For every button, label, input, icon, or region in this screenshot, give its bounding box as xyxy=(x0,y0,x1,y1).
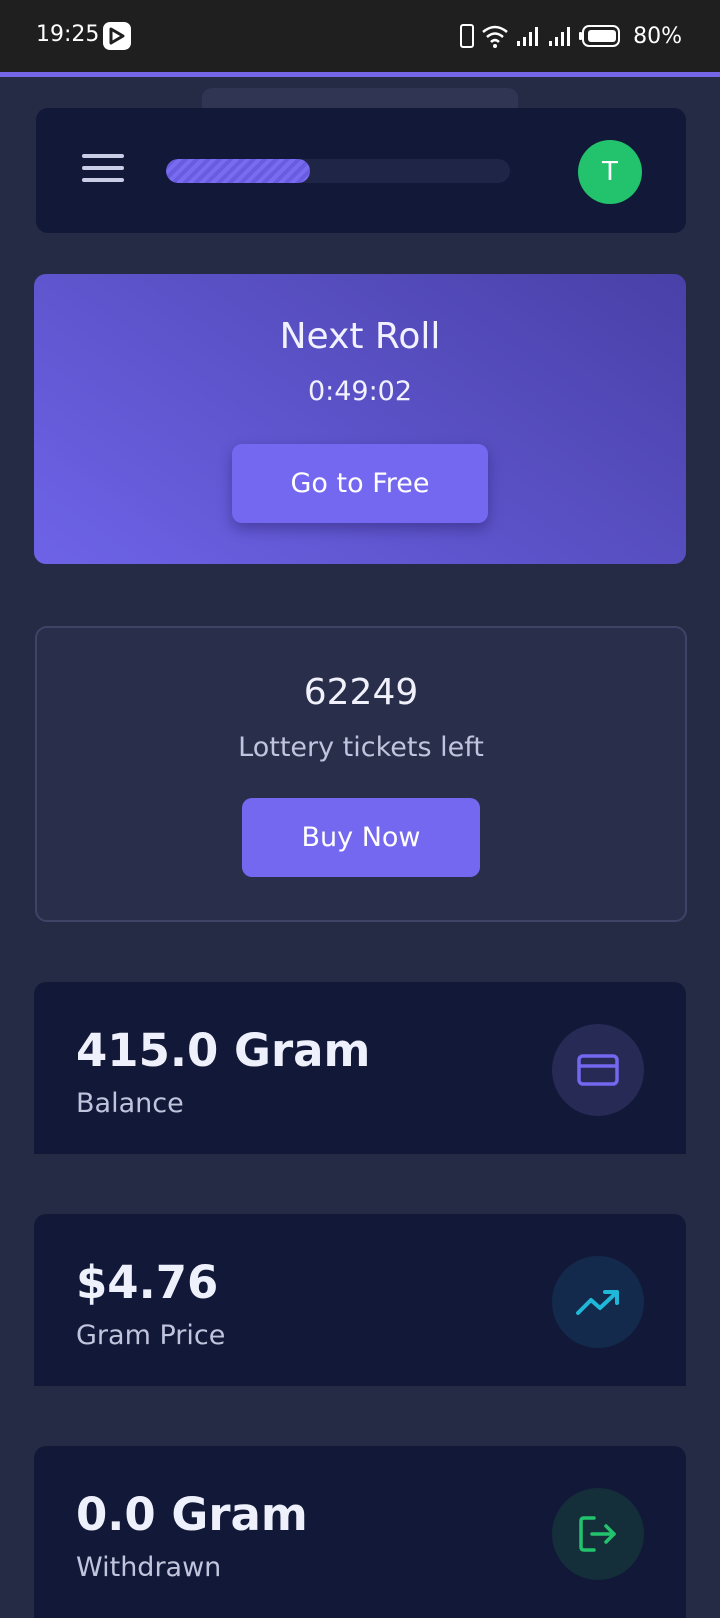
status-bar: 19:25 80% xyxy=(0,0,720,72)
buy-now-button[interactable]: Buy Now xyxy=(242,798,480,877)
lottery-tickets-label: Lottery tickets left xyxy=(238,732,484,763)
play-store-icon xyxy=(103,22,131,50)
progress-bar xyxy=(166,159,510,183)
balance-value: 415.0 Gram xyxy=(76,1024,371,1077)
lottery-tickets-count: 62249 xyxy=(303,672,419,713)
gram-price-card: $4.76 Gram Price xyxy=(34,1214,686,1386)
app-header: T xyxy=(36,108,686,233)
logout-icon xyxy=(552,1488,644,1580)
gram-price-value: $4.76 xyxy=(76,1256,219,1309)
balance-label: Balance xyxy=(76,1088,184,1119)
signal-icon xyxy=(517,27,539,46)
top-accent-bar xyxy=(0,72,720,77)
lottery-card: 62249 Lottery tickets left Buy Now xyxy=(35,626,687,922)
card-icon xyxy=(552,1024,644,1116)
withdrawn-value: 0.0 Gram xyxy=(76,1488,308,1541)
countdown-timer: 0:49:02 xyxy=(307,376,413,407)
menu-icon[interactable] xyxy=(82,154,124,186)
battery-icon xyxy=(579,25,621,47)
trending-up-icon xyxy=(552,1256,644,1348)
balance-card: 415.0 Gram Balance xyxy=(34,982,686,1154)
wifi-icon xyxy=(482,25,508,48)
battery-percent: 80% xyxy=(633,23,682,49)
go-to-free-button[interactable]: Go to Free xyxy=(232,444,488,523)
progress-fill xyxy=(166,159,311,183)
gram-price-label: Gram Price xyxy=(76,1320,226,1351)
next-roll-title: Next Roll xyxy=(279,316,441,357)
withdrawn-label: Withdrawn xyxy=(76,1552,222,1583)
avatar[interactable]: T xyxy=(578,140,642,204)
status-time: 19:25 xyxy=(36,22,100,47)
signal-icon-2 xyxy=(549,27,571,46)
withdrawn-card: 0.0 Gram Withdrawn xyxy=(34,1446,686,1618)
next-roll-card: Next Roll 0:49:02 Go to Free xyxy=(34,274,686,564)
vibrate-icon xyxy=(460,24,475,48)
